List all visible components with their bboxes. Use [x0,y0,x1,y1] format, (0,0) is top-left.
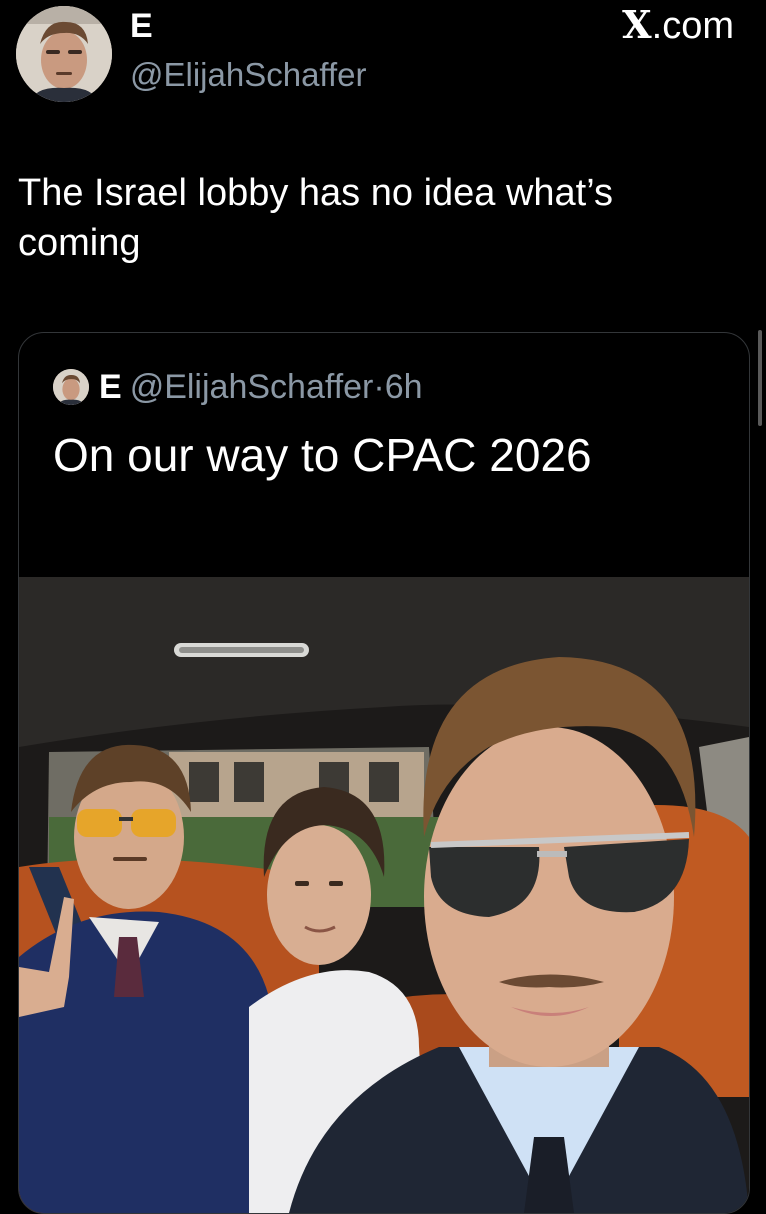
x-com-watermark: X.com [622,2,734,47]
quoted-tweet-card[interactable]: E @ElijahSchaffer·6h On our way to CPAC 2… [18,332,750,1214]
author-display-name[interactable]: E [130,8,153,44]
tweet-text: The Israel lobby has no idea what’s comi… [18,172,613,264]
quoted-handle[interactable]: @ElijahSchaffer [130,368,374,406]
author-handle[interactable]: @ElijahSchaffer [130,56,367,94]
quoted-timestamp[interactable]: 6h [385,368,423,406]
quoted-tweet-header: E @ElijahSchaffer·6h [53,367,423,407]
quoted-author-avatar[interactable] [53,369,89,405]
car-selfie-photo[interactable] [19,577,749,1213]
avatar-photo-icon [16,6,112,102]
author-avatar[interactable] [16,6,112,102]
tweet-header: E @ElijahSchaffer X.com [0,0,766,110]
quoted-avatar-photo-icon [53,369,89,405]
quoted-separator: · [373,368,385,406]
brand-domain: .com [651,5,734,47]
quoted-display-name[interactable]: E [99,368,122,406]
scrollbar[interactable] [758,330,762,426]
quoted-tweet-text: On our way to CPAC 2026 [53,429,592,481]
x-logo-icon: X [622,2,652,47]
